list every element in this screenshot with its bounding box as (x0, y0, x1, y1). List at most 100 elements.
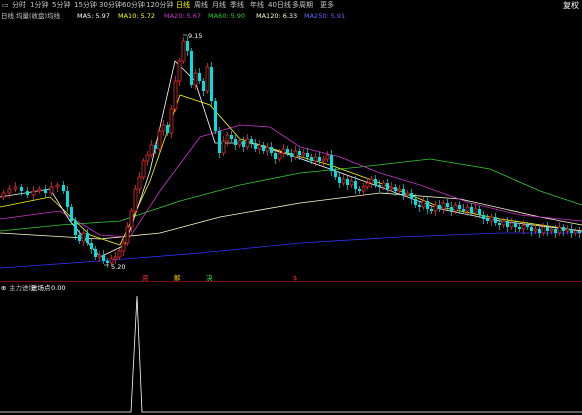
candle (198, 73, 201, 81)
candle (301, 152, 306, 156)
candle (538, 229, 541, 233)
candle (381, 182, 386, 188)
entry-signal-chart[interactable] (0, 293, 582, 415)
high-price-label: 9.15 (188, 32, 202, 40)
candle (270, 147, 273, 153)
ma60-value: MA60: 5.90 (208, 12, 246, 20)
candle (530, 227, 533, 231)
candle (506, 221, 509, 227)
marker-3[interactable]: $ (293, 274, 297, 281)
candle (106, 261, 109, 263)
tab-60min[interactable]: 60分钟 (122, 0, 145, 11)
tab-more[interactable]: 更多 (320, 0, 334, 11)
candle (169, 108, 174, 134)
candle (157, 130, 162, 150)
candle (310, 157, 313, 161)
candle (230, 135, 233, 139)
candle (286, 149, 289, 153)
candle (141, 160, 146, 178)
candle (306, 153, 309, 157)
candle (394, 187, 397, 191)
candle (262, 145, 265, 151)
ma20-value: MA20: 5.67 (164, 12, 202, 20)
candle (453, 204, 458, 212)
tab-multi-period[interactable]: 多周期 (292, 0, 313, 11)
candle (546, 227, 549, 231)
sub-indicator-value: 0.00 (51, 284, 66, 292)
candle (218, 131, 221, 153)
candle (145, 154, 150, 162)
candle (486, 219, 489, 221)
candle (374, 179, 377, 185)
low-price-label: 5.20 (111, 263, 125, 271)
candle (190, 51, 193, 85)
tab-quarterly[interactable]: 季线 (230, 0, 244, 11)
candle (397, 188, 402, 192)
candle (346, 179, 349, 185)
tab-40day[interactable]: 40日线 (268, 0, 291, 11)
entry-signal-line (0, 295, 582, 413)
candle (177, 60, 182, 82)
marker-2[interactable]: 决 (206, 273, 213, 281)
candle (533, 228, 538, 232)
adjust-toggle[interactable]: 复权 (563, 0, 579, 11)
candle (365, 182, 370, 188)
tab-30min[interactable]: 30分钟 (99, 0, 122, 11)
candle (265, 146, 270, 152)
ma120-value: MA120: 6.33 (256, 12, 298, 20)
candle (62, 185, 65, 191)
candle (66, 191, 69, 207)
tab-5min[interactable]: 5分钟 (52, 0, 70, 11)
candle (117, 250, 122, 258)
candle (254, 143, 257, 149)
tab-120min[interactable]: 120分钟 (146, 0, 173, 11)
sub-indicator-header: ⊕ 主力进场 进场点 0.00 (0, 283, 582, 293)
candle (573, 230, 578, 234)
candle (389, 186, 394, 190)
candle (482, 215, 485, 219)
candle (378, 185, 381, 187)
candle (1, 192, 6, 198)
candlestick-chart[interactable]: 9.15 5.20 资 解 决 $ (0, 21, 582, 281)
candle (137, 176, 142, 190)
candle (430, 209, 433, 211)
candle (562, 227, 565, 231)
tab-daily[interactable]: 日线 (176, 0, 190, 11)
candle (433, 204, 438, 212)
candle (526, 225, 529, 227)
candle (7, 188, 12, 194)
candle (281, 148, 286, 154)
tab-yearly[interactable]: 年线 (250, 0, 264, 11)
tab-monthly[interactable]: 月线 (212, 0, 226, 11)
candle (86, 233, 89, 243)
layout-icon[interactable]: ▭ (2, 0, 9, 11)
candle (298, 151, 301, 155)
candle (318, 157, 321, 161)
candle (418, 205, 421, 207)
tab-15min[interactable]: 15分钟 (74, 0, 97, 11)
candle (421, 200, 426, 208)
tab-1min[interactable]: 1分钟 (30, 0, 48, 11)
candle (509, 222, 514, 228)
candle (549, 228, 554, 232)
candle (210, 67, 213, 101)
candle (20, 187, 23, 191)
marker-0[interactable]: 资 (142, 273, 149, 281)
candle (334, 171, 337, 177)
marker-1[interactable]: 解 (174, 273, 181, 281)
pane-divider[interactable] (0, 281, 582, 282)
candle (173, 80, 178, 110)
tab-weekly[interactable]: 周线 (194, 0, 208, 11)
tab-intraday[interactable]: 分时 (12, 0, 26, 11)
candle (274, 153, 277, 159)
candle (225, 134, 230, 142)
ma250-value: MA250: 5.91 (304, 12, 346, 20)
candle (181, 40, 186, 62)
candle (202, 81, 205, 91)
candle (321, 158, 326, 162)
candle (31, 190, 36, 196)
candle (94, 249, 97, 257)
candle (237, 140, 242, 146)
indicator-name[interactable]: 均量(收盘)均线 (16, 11, 60, 21)
candle (154, 145, 157, 149)
